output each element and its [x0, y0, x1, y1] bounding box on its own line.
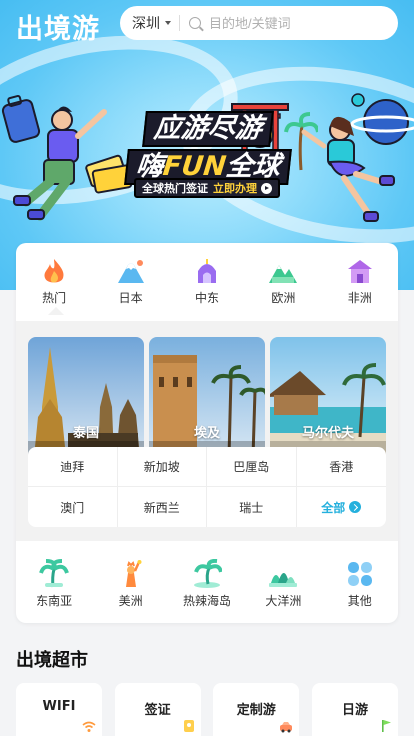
- hut-icon: [347, 260, 372, 283]
- tab-label: 欧洲: [271, 291, 296, 305]
- mount-fuji-icon: [117, 260, 144, 283]
- destination-panel: 泰国 埃及 马尔代夫 迪拜 新加坡 巴厘岛 香港 澳门 新西兰 瑞士 全部: [16, 321, 398, 541]
- arrow-right-icon: [261, 182, 272, 194]
- tab-middle-east[interactable]: 中东: [177, 243, 237, 313]
- city-item[interactable]: 澳门: [28, 487, 118, 527]
- region-tabs: 热门 日本 中东 欧洲 非洲: [16, 243, 398, 313]
- city-selector[interactable]: 深圳: [120, 13, 179, 33]
- city-label: 深圳: [132, 16, 160, 32]
- destination-name: 马尔代夫: [301, 426, 354, 441]
- market-item-visa[interactable]: 签证: [114, 683, 201, 736]
- tab-hot[interactable]: 热门: [24, 243, 84, 313]
- destination-egypt[interactable]: 埃及: [149, 337, 265, 457]
- market-item-label: 定制游: [236, 703, 276, 718]
- section-title-market: 出境超市: [16, 650, 88, 671]
- traveler-woman-illustration: [301, 93, 414, 222]
- city-item[interactable]: 新加坡: [117, 447, 207, 487]
- city-item[interactable]: 巴厘岛: [207, 447, 297, 487]
- city-grid: 迪拜 新加坡 巴厘岛 香港 澳门 新西兰 瑞士 全部: [28, 447, 386, 527]
- market-item-label: WIFI: [42, 699, 76, 714]
- market-item-label: 签证: [144, 703, 171, 718]
- app-logo: 出境游: [16, 14, 100, 45]
- banner-subtitle: 全球热门签证: [142, 182, 208, 195]
- search-bar[interactable]: 深圳: [120, 6, 398, 40]
- region-label: 东南亚: [36, 594, 73, 608]
- view-all-label: 全部: [321, 500, 346, 515]
- market-item-day-tour[interactable]: 日游: [311, 683, 398, 736]
- grid-icon: [347, 562, 372, 586]
- liberty-icon: [125, 560, 142, 587]
- region-label: 大洋洲: [265, 594, 302, 608]
- car-icon: [280, 722, 293, 733]
- market-item-wifi[interactable]: WIFI: [16, 683, 102, 736]
- view-all-button[interactable]: 全部: [297, 487, 387, 527]
- search-input[interactable]: [209, 15, 389, 31]
- region-southeast-asia[interactable]: 东南亚: [22, 549, 86, 623]
- region-other[interactable]: 其他: [328, 549, 392, 623]
- city-item[interactable]: 迪拜: [28, 447, 118, 487]
- region-label: 热辣海岛: [182, 594, 231, 608]
- wifi-icon: [82, 721, 96, 732]
- tab-label: 热门: [42, 291, 67, 305]
- caret-down-icon: [165, 21, 171, 25]
- market-item-label: 日游: [341, 703, 368, 718]
- active-tab-indicator: [48, 307, 64, 315]
- city-item[interactable]: 瑞士: [207, 487, 297, 527]
- banner-title-line1: 应游尽游: [142, 111, 274, 147]
- market-list: WIFI 签证 定制游 日游: [16, 683, 398, 736]
- island-icon: [193, 559, 222, 588]
- destination-name: 埃及: [193, 426, 220, 441]
- region-label: 美洲: [118, 594, 143, 608]
- alps-icon: [269, 265, 298, 283]
- market-item-custom-tour[interactable]: 定制游: [213, 683, 300, 736]
- tab-europe[interactable]: 欧洲: [253, 243, 313, 313]
- region-label: 其他: [347, 594, 372, 608]
- destination-name: 泰国: [72, 426, 99, 441]
- chevron-right-icon: [349, 501, 362, 513]
- opera-house-icon: [269, 573, 298, 587]
- region-islands[interactable]: 热辣海岛: [175, 549, 239, 623]
- tab-africa[interactable]: 非洲: [330, 243, 390, 313]
- search-icon: [189, 17, 201, 29]
- destination-thailand[interactable]: 泰国: [28, 337, 144, 457]
- city-item[interactable]: 新西兰: [118, 487, 207, 527]
- flag-icon: [381, 720, 391, 732]
- tab-japan[interactable]: 日本: [101, 243, 161, 313]
- mosque-icon: [197, 259, 216, 283]
- top-bar: 出境游 深圳: [0, 0, 414, 48]
- palm-icon: [39, 559, 70, 588]
- region-americas[interactable]: 美洲: [99, 549, 163, 623]
- banner-headline: 应游尽游 嗨FUN全球: [118, 111, 298, 185]
- tab-label: 中东: [194, 291, 219, 305]
- banner-cta[interactable]: 全球热门签证 立即办理: [134, 178, 280, 198]
- banner-cta-label: 立即办理: [213, 182, 257, 195]
- passport-icon: [183, 720, 194, 732]
- flame-icon: [44, 259, 64, 283]
- region-shortcuts: 东南亚 美洲 热辣海岛 大洋洲 其他: [16, 549, 398, 623]
- divider: [179, 15, 180, 31]
- featured-destinations: 泰国 埃及 马尔代夫: [28, 337, 386, 457]
- region-oceania[interactable]: 大洋洲: [251, 549, 315, 623]
- tab-label: 日本: [118, 291, 143, 305]
- destination-card: 热门 日本 中东 欧洲 非洲 泰国 埃及 马尔代夫 迪拜 新加坡 巴厘岛 香港 …: [16, 243, 398, 623]
- destination-maldives[interactable]: 马尔代夫: [270, 337, 386, 457]
- city-item[interactable]: 香港: [296, 447, 386, 487]
- tab-label: 非洲: [347, 291, 372, 305]
